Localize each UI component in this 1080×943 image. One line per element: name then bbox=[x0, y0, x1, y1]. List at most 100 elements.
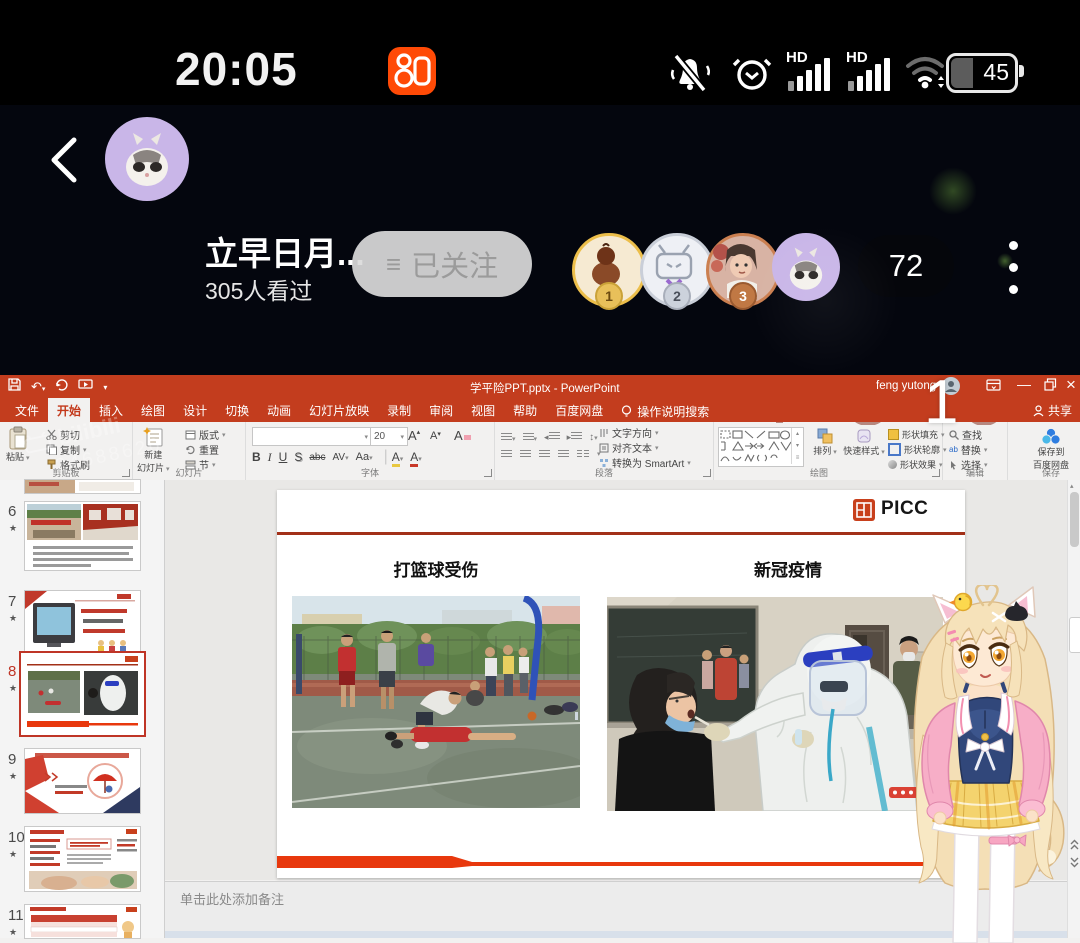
arrange-button[interactable]: 排列 ▾ bbox=[808, 428, 842, 457]
shape-outline-button[interactable]: 形状轮廓▾ bbox=[888, 442, 947, 457]
streamer-avatar[interactable] bbox=[105, 117, 189, 201]
viewer-avatar-4[interactable] bbox=[772, 233, 840, 301]
thumbnail-slide10[interactable] bbox=[25, 827, 140, 891]
clipboard-dialog-launcher[interactable] bbox=[122, 469, 130, 477]
thumbnail-slide7[interactable] bbox=[25, 591, 140, 657]
grow-font-button[interactable]: A▴ bbox=[408, 428, 420, 443]
align-left-button[interactable] bbox=[501, 450, 512, 458]
tab-animations[interactable]: 动画 bbox=[258, 398, 300, 422]
shapes-gallery[interactable]: ▴▾≡ bbox=[718, 427, 804, 467]
copy-button[interactable]: 复制▾ bbox=[46, 442, 90, 457]
font-color-button[interactable]: A▾ bbox=[410, 450, 422, 464]
undo-button[interactable]: ↶▾ bbox=[31, 379, 45, 395]
tab-review[interactable]: 审阅 bbox=[420, 398, 462, 422]
follow-button[interactable]: ≡ 已关注 bbox=[352, 231, 532, 297]
strikethrough-button[interactable]: abc bbox=[309, 452, 325, 463]
redo-button[interactable] bbox=[55, 378, 68, 396]
minimize-button[interactable]: — bbox=[1017, 376, 1031, 392]
restore-button[interactable] bbox=[1044, 378, 1057, 396]
font-style-row: B I U S abc AV▾ Aa▾ | A▾ A▾ bbox=[252, 448, 429, 466]
save-to-netdisk-button[interactable]: 保存到 百度网盘 bbox=[1026, 427, 1076, 471]
viewer-avatar-rank2[interactable]: 2 bbox=[640, 233, 714, 307]
tab-record[interactable]: 录制 bbox=[378, 398, 420, 422]
drawing-dialog-launcher[interactable] bbox=[932, 469, 940, 477]
character-spacing-button[interactable]: AV▾ bbox=[332, 452, 348, 463]
change-case-button[interactable]: Aa▾ bbox=[356, 451, 373, 463]
current-slide[interactable]: PICC 打篮球受伤 新冠疫情 bbox=[277, 490, 965, 878]
shape-fill-icon bbox=[888, 429, 899, 440]
tab-file[interactable]: 文件 bbox=[6, 398, 48, 422]
increase-indent-button[interactable]: ▸ bbox=[567, 432, 583, 443]
quick-styles-button[interactable]: 快速样式 ▾ bbox=[842, 428, 886, 457]
tab-slideshow[interactable]: 幻灯片放映 bbox=[300, 398, 378, 422]
italic-button[interactable]: I bbox=[268, 450, 272, 465]
line-spacing-button[interactable]: ↕▾ bbox=[589, 432, 598, 443]
viewer-avatar-rank1[interactable]: 1 bbox=[572, 233, 646, 307]
back-button[interactable] bbox=[44, 134, 84, 186]
thumbnail-slide6[interactable] bbox=[25, 502, 140, 570]
thumbnail-slide5-partial[interactable] bbox=[25, 480, 140, 493]
clear-formatting-button[interactable]: A bbox=[454, 428, 471, 443]
start-presentation-button[interactable] bbox=[78, 378, 93, 396]
ribbon-tab-row: 文件 开始 插入 绘图 设计 切换 动画 幻灯片放映 录制 审阅 视图 帮助 百… bbox=[0, 398, 1080, 422]
font-size-combo[interactable]: 20▾ bbox=[370, 427, 408, 446]
bold-button[interactable]: B bbox=[252, 450, 261, 464]
underline-button[interactable]: U bbox=[279, 450, 288, 464]
share-button[interactable]: 共享 bbox=[1033, 402, 1072, 419]
tab-draw[interactable]: 绘图 bbox=[132, 398, 174, 422]
save-button[interactable] bbox=[8, 378, 21, 396]
slide-header-rule bbox=[277, 532, 965, 535]
tab-design[interactable]: 设计 bbox=[174, 398, 216, 422]
thumbnail-slide11-partial[interactable] bbox=[25, 905, 140, 938]
align-right-button[interactable] bbox=[539, 450, 550, 458]
search-label: 操作说明搜索 bbox=[637, 403, 709, 420]
tab-help[interactable]: 帮助 bbox=[504, 398, 546, 422]
close-button[interactable]: × bbox=[1066, 375, 1076, 395]
text-shadow-button[interactable]: S bbox=[294, 450, 302, 464]
ribbon: 粘贴 ▾ 剪切 复制▾ 格式刷 剪贴板 bbox=[0, 422, 1080, 481]
text-direction-button[interactable]: 文字方向▾ bbox=[599, 425, 691, 440]
streamer-name: 立早日月... bbox=[205, 227, 365, 275]
align-text-button[interactable]: 对齐文本▾ bbox=[599, 440, 691, 455]
bullets-button[interactable]: ▾ bbox=[501, 428, 516, 446]
shapes-gallery-scroll[interactable]: ▴▾≡ bbox=[791, 428, 803, 464]
justify-button[interactable] bbox=[558, 450, 569, 458]
layout-button[interactable]: 版式▾ bbox=[185, 427, 226, 442]
tab-view[interactable]: 视图 bbox=[462, 398, 504, 422]
qat-customize-icon[interactable]: ▾ bbox=[103, 383, 107, 392]
decrease-indent-button[interactable]: ◂ bbox=[544, 432, 560, 443]
align-buttons-row: ▾ bbox=[501, 450, 601, 458]
heading-covid[interactable]: 新冠疫情 bbox=[678, 556, 898, 581]
highlight-color-button[interactable]: A▾ bbox=[392, 450, 404, 464]
picc-logo-text: PICC bbox=[881, 498, 928, 520]
ribbon-display-options-button[interactable] bbox=[986, 378, 1001, 397]
tab-baidu-netdisk[interactable]: 百度网盘 bbox=[546, 398, 612, 422]
heading-basketball[interactable]: 打篮球受伤 bbox=[326, 556, 546, 581]
numbering-button[interactable]: ▾ bbox=[523, 428, 538, 446]
align-center-button[interactable] bbox=[520, 450, 531, 458]
thumbnail-slide9[interactable] bbox=[25, 749, 140, 813]
shrink-font-button[interactable]: A▾ bbox=[430, 430, 441, 442]
viewer-avatar-rank3[interactable]: 3 bbox=[706, 233, 780, 307]
paragraph-dialog-launcher[interactable] bbox=[703, 469, 711, 477]
cut-button[interactable]: 剪切 bbox=[46, 427, 90, 442]
tab-insert[interactable]: 插入 bbox=[90, 398, 132, 422]
status-bar: 20:05 HD HD bbox=[0, 0, 1080, 105]
paste-button[interactable]: 粘贴 ▾ bbox=[6, 426, 29, 463]
columns-button[interactable] bbox=[577, 450, 589, 458]
reset-button[interactable]: 重置 bbox=[185, 442, 226, 457]
scrollbar-thumb[interactable] bbox=[1070, 492, 1079, 547]
tell-me-search[interactable]: 操作说明搜索 bbox=[612, 398, 718, 422]
more-menu-button[interactable] bbox=[1009, 241, 1018, 307]
online-count-pill[interactable]: 72 bbox=[858, 235, 954, 297]
tab-home[interactable]: 开始 bbox=[48, 398, 90, 422]
slide-image-basketball[interactable] bbox=[292, 596, 580, 808]
font-dialog-launcher[interactable] bbox=[484, 469, 492, 477]
notifications-muted-icon bbox=[668, 52, 712, 99]
replace-button[interactable]: ab 替换▾ bbox=[949, 442, 988, 457]
scroll-up-arrow-icon[interactable]: ▴ bbox=[1070, 482, 1074, 490]
thumbnail-slide8-selected[interactable] bbox=[21, 653, 144, 735]
font-name-combo[interactable]: ▾ bbox=[252, 427, 372, 446]
ribbon-group-font: ▾ 20▾ A▴ A▾ A B I U S abc AV▾ Aa▾ | A▾ A… bbox=[246, 422, 495, 480]
tab-transitions[interactable]: 切换 bbox=[216, 398, 258, 422]
